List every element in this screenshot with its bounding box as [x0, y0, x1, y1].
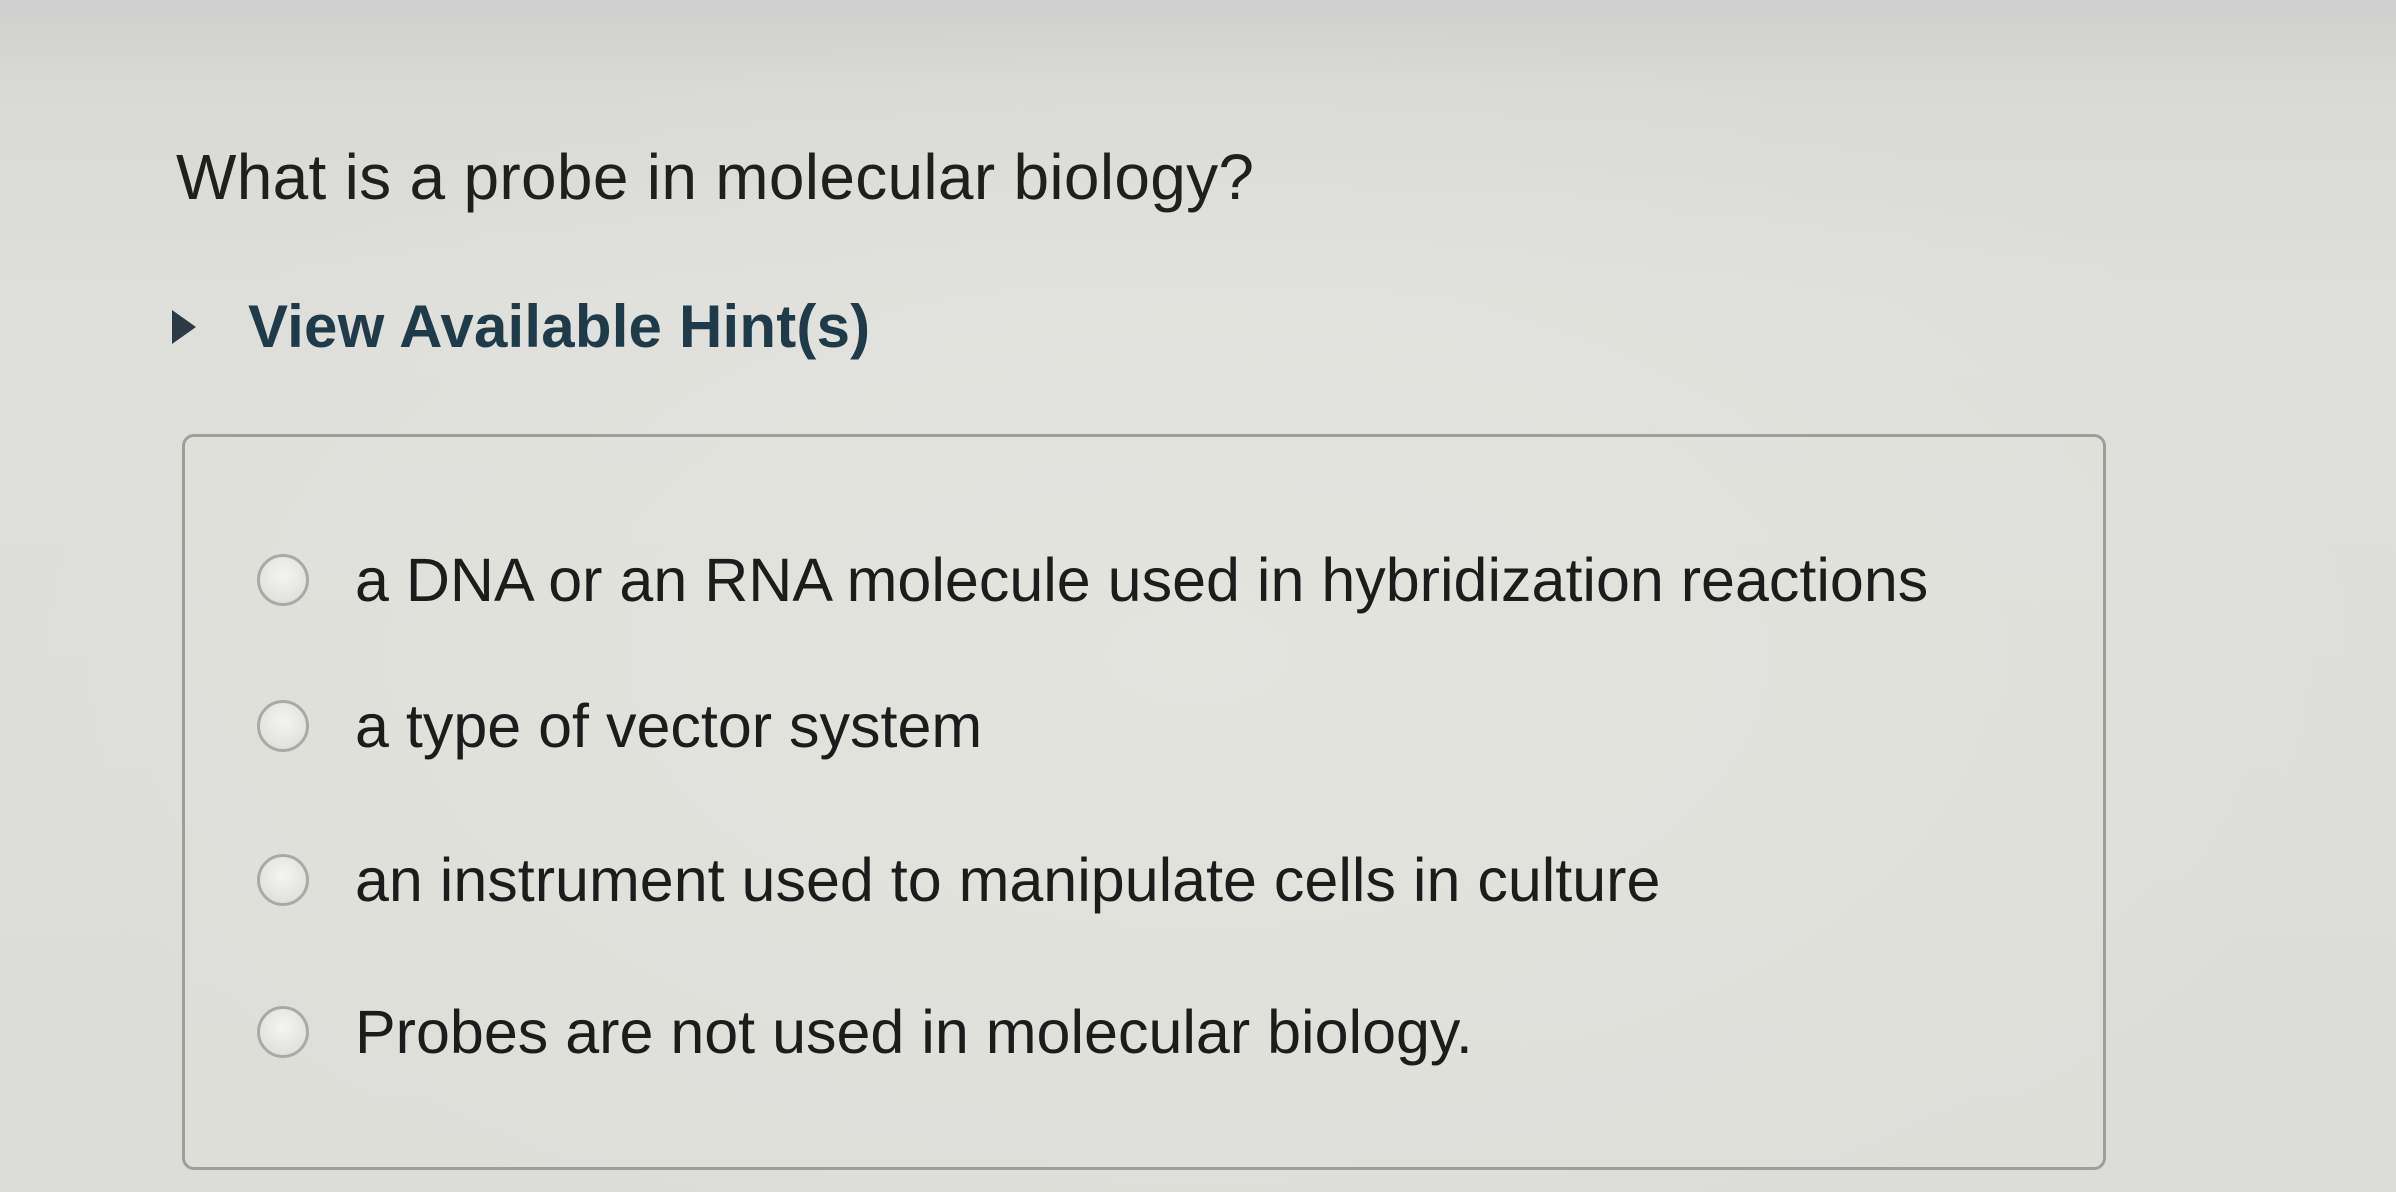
answer-choice-label: a DNA or an RNA molecule used in hybridi…: [355, 546, 1929, 614]
answer-choice-label: a type of vector system: [355, 692, 983, 760]
view-hints-label: View Available Hint(s): [248, 293, 871, 360]
answer-choice[interactable]: a type of vector system: [257, 691, 982, 761]
answer-choice[interactable]: an instrument used to manipulate cells i…: [257, 845, 1660, 915]
answer-choice[interactable]: Probes are not used in molecular biology…: [257, 997, 1473, 1067]
answer-choices-box: a DNA or an RNA molecule used in hybridi…: [182, 434, 2106, 1170]
question-text: What is a probe in molecular biology?: [176, 141, 1255, 213]
answer-choice-label: Probes are not used in molecular biology…: [355, 998, 1473, 1066]
view-hints-toggle[interactable]: View Available Hint(s): [172, 292, 870, 361]
radio-button[interactable]: [257, 1006, 309, 1058]
answer-choice[interactable]: a DNA or an RNA molecule used in hybridi…: [257, 545, 1928, 615]
triangle-right-icon: [172, 309, 196, 344]
radio-button[interactable]: [257, 854, 309, 906]
radio-button[interactable]: [257, 554, 309, 606]
answer-choice-label: an instrument used to manipulate cells i…: [355, 846, 1661, 914]
radio-button[interactable]: [257, 700, 309, 752]
